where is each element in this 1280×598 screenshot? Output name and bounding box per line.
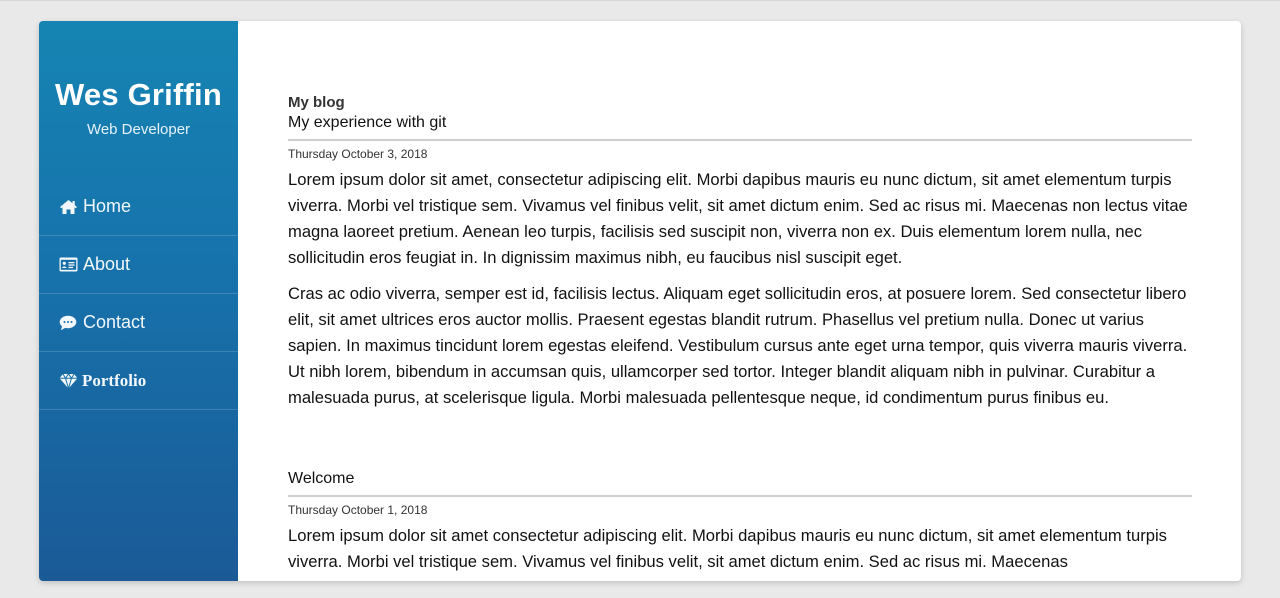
sidebar-nav: Home About Contact Portfolio bbox=[39, 178, 238, 410]
sidebar-item-label: Portfolio bbox=[82, 370, 147, 390]
post-paragraph: Lorem ipsum dolor sit amet, consectetur … bbox=[288, 170, 1188, 267]
sidebar-item-label: Contact bbox=[83, 312, 146, 332]
blog-post: My experience with git Thursday October … bbox=[288, 114, 1192, 421]
blog-post: Welcome Thursday October 1, 2018 Lorem i… bbox=[288, 470, 1192, 581]
sidebar: Wes Griffin Web Developer Home About Con… bbox=[39, 21, 238, 581]
post-title[interactable]: My experience with git bbox=[288, 114, 1192, 141]
sidebar-item-label: Home bbox=[83, 196, 132, 216]
post-date: Thursday October 1, 2018 bbox=[288, 503, 428, 517]
post-date: Thursday October 3, 2018 bbox=[288, 147, 428, 161]
brand-name[interactable]: Wes Griffin bbox=[39, 77, 238, 113]
id-card-icon bbox=[58, 256, 78, 274]
chat-bubble-icon bbox=[58, 314, 78, 332]
sidebar-item-about[interactable]: About bbox=[39, 236, 238, 294]
post-body: Lorem ipsum dolor sit amet, consectetur … bbox=[288, 167, 1192, 411]
sidebar-item-contact[interactable]: Contact bbox=[39, 294, 238, 352]
post-paragraph: Cras ac odio viverra, semper est id, fac… bbox=[288, 284, 1188, 407]
post-body: Lorem ipsum dolor sit amet consectetur a… bbox=[288, 523, 1192, 575]
home-icon bbox=[58, 198, 78, 216]
sidebar-item-portfolio[interactable]: Portfolio bbox=[39, 352, 238, 410]
post-title[interactable]: Welcome bbox=[288, 470, 1192, 497]
brand-subtitle: Web Developer bbox=[86, 121, 191, 138]
diamond-icon bbox=[58, 372, 78, 390]
app-card: Wes Griffin Web Developer Home About Con… bbox=[39, 21, 1241, 581]
sidebar-item-home[interactable]: Home bbox=[39, 178, 238, 236]
sidebar-item-label: About bbox=[83, 254, 131, 274]
page-title: My blog bbox=[288, 94, 345, 111]
post-paragraph: Lorem ipsum dolor sit amet consectetur a… bbox=[288, 526, 1167, 571]
main-content: My blog My experience with git Thursday … bbox=[288, 21, 1192, 581]
